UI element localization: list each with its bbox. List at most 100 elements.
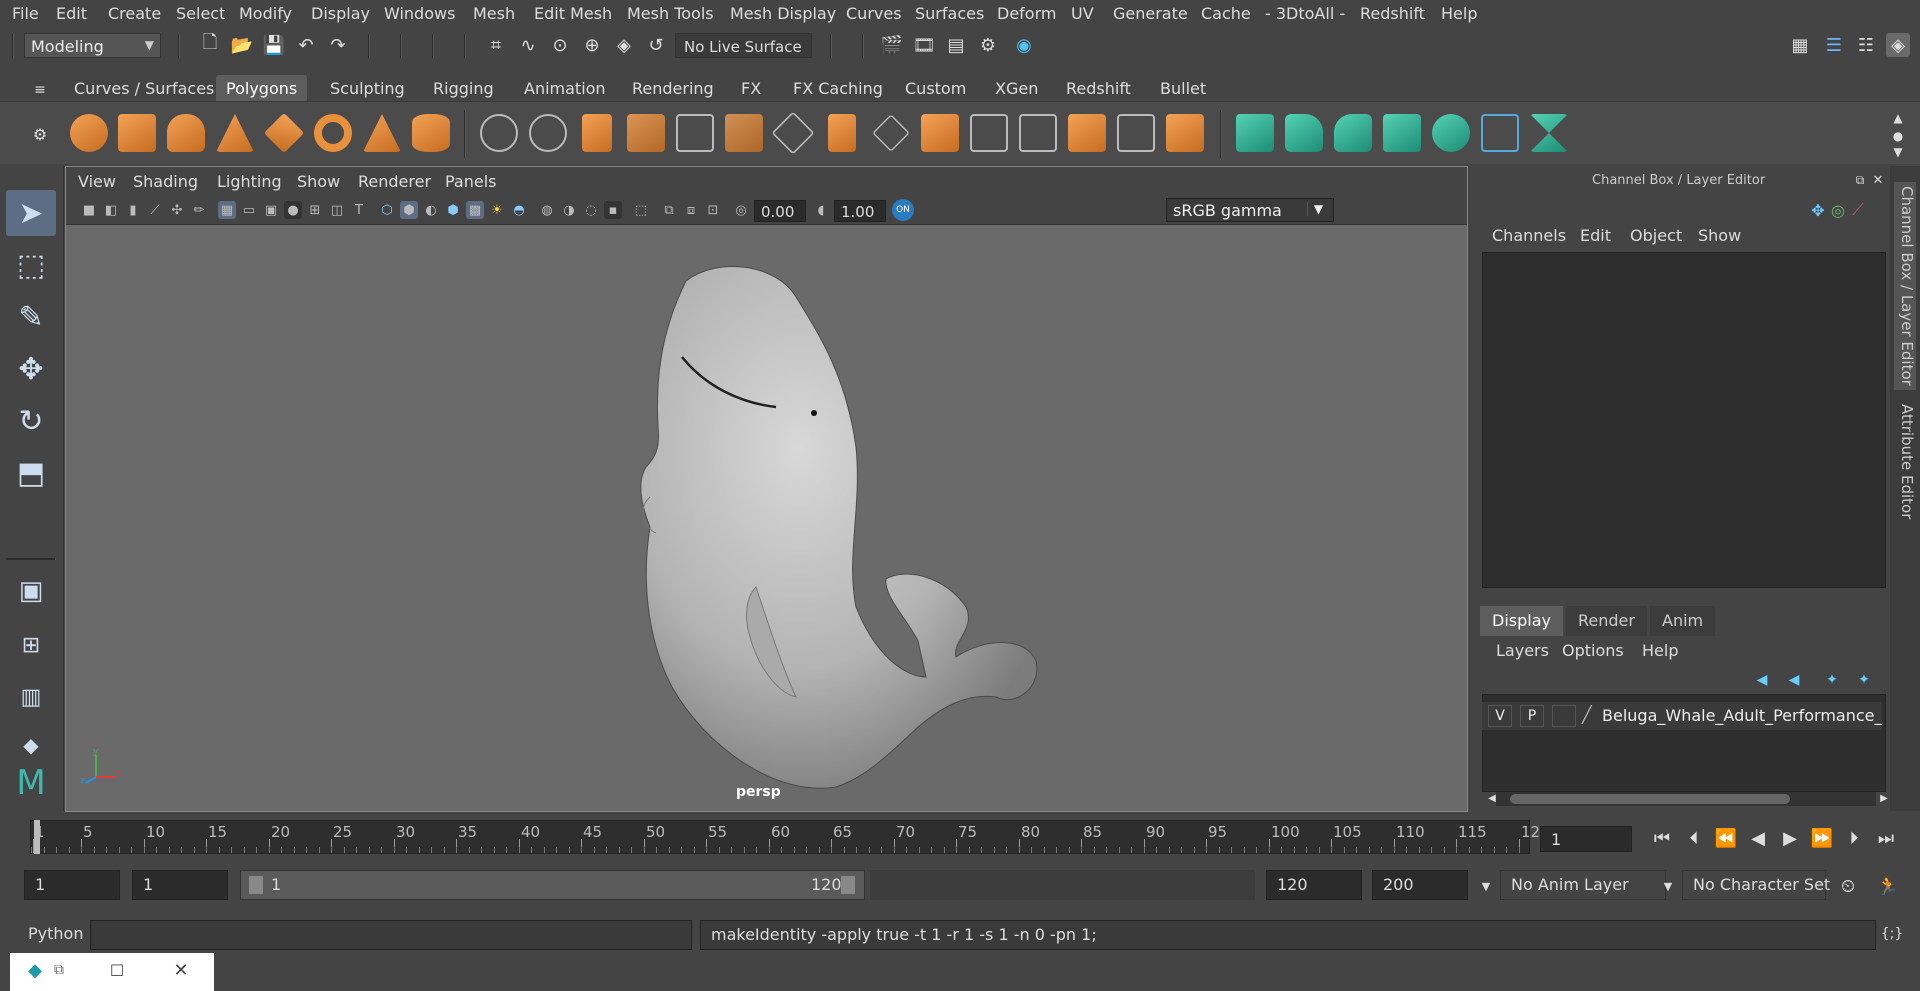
poly-sphere-icon[interactable]: [70, 114, 108, 152]
target-weld-icon[interactable]: [921, 114, 959, 152]
wireframe-on-shaded-icon[interactable]: ⬢: [444, 201, 462, 219]
layers-help-menu[interactable]: Help: [1642, 641, 1678, 660]
character-set-chevron-icon[interactable]: ▼: [1656, 874, 1680, 898]
field-chart-icon[interactable]: ⊞: [306, 201, 324, 219]
uv-spherical-icon[interactable]: [1334, 114, 1372, 152]
tab-bullet[interactable]: Bullet: [1150, 75, 1216, 101]
paint-select-tool-icon[interactable]: ✎: [6, 294, 56, 340]
layer-color-swatch[interactable]: ╱: [1582, 705, 1592, 724]
insert-edge-loop-icon[interactable]: [872, 114, 910, 152]
workspace-icon[interactable]: ▦: [1788, 33, 1812, 57]
close-window-icon[interactable]: ✕: [170, 959, 192, 981]
menu-uv[interactable]: UV: [1071, 4, 1094, 23]
resolution-gate-icon[interactable]: ▣: [262, 201, 280, 219]
go-to-end-icon[interactable]: ⏭: [1874, 826, 1898, 850]
tab-polygons[interactable]: Polygons: [216, 75, 308, 101]
step-forward-key-icon[interactable]: ⏩: [1810, 826, 1834, 850]
tab-fx[interactable]: FX: [731, 75, 771, 101]
restore-window-icon[interactable]: ⧉: [48, 959, 70, 981]
bridge-icon[interactable]: [676, 114, 714, 152]
snap-live-icon[interactable]: ↺: [644, 33, 668, 57]
playback-start-field[interactable]: 1: [132, 870, 228, 900]
uv-auto-icon[interactable]: [1383, 114, 1421, 152]
tab-fx-caching[interactable]: FX Caching: [783, 75, 893, 101]
xray-icon[interactable]: ⧉: [660, 201, 678, 219]
save-scene-icon[interactable]: 💾: [262, 33, 286, 57]
undo-icon[interactable]: ↶: [294, 33, 318, 57]
four-view-layout-icon[interactable]: ⊞: [6, 622, 56, 668]
auto-key-icon[interactable]: ⏲: [1836, 874, 1860, 898]
play-forwards-icon[interactable]: ▶: [1778, 826, 1802, 850]
viewport-panel[interactable]: View Shading Lighting Show Renderer Pane…: [65, 166, 1468, 812]
grid-icon[interactable]: ▦: [218, 201, 236, 219]
menu-create[interactable]: Create: [108, 4, 161, 23]
uv-unfold-icon[interactable]: [1432, 114, 1470, 152]
snap-grid-icon[interactable]: ⌗: [484, 33, 508, 57]
time-slider[interactable]: 1510152025303540455055606570758085909510…: [30, 820, 1540, 854]
channels-show-menu[interactable]: Show: [1698, 226, 1741, 245]
shadows-icon[interactable]: ◓: [510, 201, 528, 219]
layer-name[interactable]: Beluga_Whale_Adult_Performance_Po: [1602, 706, 1882, 725]
wireframe-icon[interactable]: ⬡: [378, 201, 396, 219]
move-tool-icon[interactable]: ✥: [6, 346, 56, 392]
multi-cut-icon[interactable]: [771, 111, 815, 155]
layer-playback-toggle[interactable]: P: [1520, 705, 1544, 727]
channels-edit-menu[interactable]: Edit: [1580, 226, 1611, 245]
menu-curves[interactable]: Curves: [846, 4, 902, 23]
viewport-menu-renderer[interactable]: Renderer: [358, 172, 431, 191]
menu-display[interactable]: Display: [311, 4, 370, 23]
hyperbolic-icon[interactable]: ⟋: [1846, 198, 1870, 222]
fill-hole-icon[interactable]: [1068, 114, 1106, 152]
tab-sculpting[interactable]: Sculpting: [320, 75, 415, 101]
menu-mesh-display[interactable]: Mesh Display: [730, 4, 836, 23]
step-back-key-icon[interactable]: ⏪: [1714, 826, 1738, 850]
shelf-settings-icon[interactable]: ⚙: [28, 122, 52, 146]
grease-pencil-icon[interactable]: ✏: [190, 201, 208, 219]
tab-xgen[interactable]: XGen: [985, 75, 1048, 101]
uv-editor-icon[interactable]: [1481, 114, 1519, 152]
select-camera-icon[interactable]: ■: [80, 201, 98, 219]
menu-redshift[interactable]: Redshift: [1360, 4, 1425, 23]
anim-layer-chevron-icon[interactable]: ▼: [1474, 874, 1498, 898]
step-forward-frame-icon[interactable]: ⏵: [1842, 826, 1866, 850]
range-end-handle[interactable]: [841, 876, 855, 894]
playback-end-field[interactable]: 120: [1266, 870, 1362, 900]
menu-surfaces[interactable]: Surfaces: [915, 4, 984, 23]
layers-options-menu[interactable]: Options: [1562, 641, 1624, 660]
menu-modify[interactable]: Modify: [239, 4, 292, 23]
extract-icon[interactable]: [582, 114, 612, 152]
tab-curves-surfaces[interactable]: Curves / Surfaces: [64, 75, 224, 101]
menu-windows[interactable]: Windows: [384, 4, 455, 23]
select-tool-icon[interactable]: ➤: [6, 190, 56, 236]
step-back-frame-icon[interactable]: ⏴: [1682, 826, 1706, 850]
new-layer-icon[interactable]: ✦: [1820, 668, 1844, 692]
snap-curve-icon[interactable]: ∿: [516, 33, 540, 57]
maximize-window-icon[interactable]: ☐: [106, 959, 128, 981]
current-time-marker[interactable]: [34, 820, 40, 854]
tab-rendering[interactable]: Rendering: [622, 75, 724, 101]
menu-3dtoall[interactable]: - 3DtoAll -: [1265, 4, 1345, 23]
animation-start-field[interactable]: 1: [24, 870, 120, 900]
lasso-tool-icon[interactable]: ⬚: [6, 242, 56, 288]
new-layer-selected-icon[interactable]: ✦: [1852, 668, 1876, 692]
command-input[interactable]: [90, 920, 692, 950]
viewport-menu-view[interactable]: View: [78, 172, 116, 191]
ipr-render-icon[interactable]: ▤: [944, 33, 968, 57]
menu-help[interactable]: Help: [1441, 4, 1477, 23]
poly-torus-icon[interactable]: [314, 114, 352, 152]
script-editor-icon[interactable]: {;}: [1880, 922, 1904, 946]
motion-blur-icon[interactable]: ◑: [560, 201, 578, 219]
outliner-layout-icon[interactable]: ▥: [6, 674, 56, 720]
layer-row[interactable]: V P ╱ Beluga_Whale_Adult_Performance_Po: [1482, 702, 1882, 730]
move-layer-down-icon[interactable]: ◀: [1782, 668, 1806, 692]
screen-space-ao-icon[interactable]: ◍: [538, 201, 556, 219]
channels-object-menu[interactable]: Object: [1630, 226, 1682, 245]
character-set-dropdown[interactable]: No Character Set: [1682, 870, 1830, 900]
animation-end-field[interactable]: 200: [1372, 870, 1468, 900]
tab-layer-render[interactable]: Render: [1566, 606, 1647, 636]
menu-edit[interactable]: Edit: [56, 4, 87, 23]
use-all-lights-icon[interactable]: ☀: [488, 201, 506, 219]
outliner-toggle-icon[interactable]: ☰: [1822, 33, 1846, 57]
tab-layer-display[interactable]: Display: [1480, 606, 1563, 636]
uv-planar-icon[interactable]: [1236, 114, 1274, 152]
